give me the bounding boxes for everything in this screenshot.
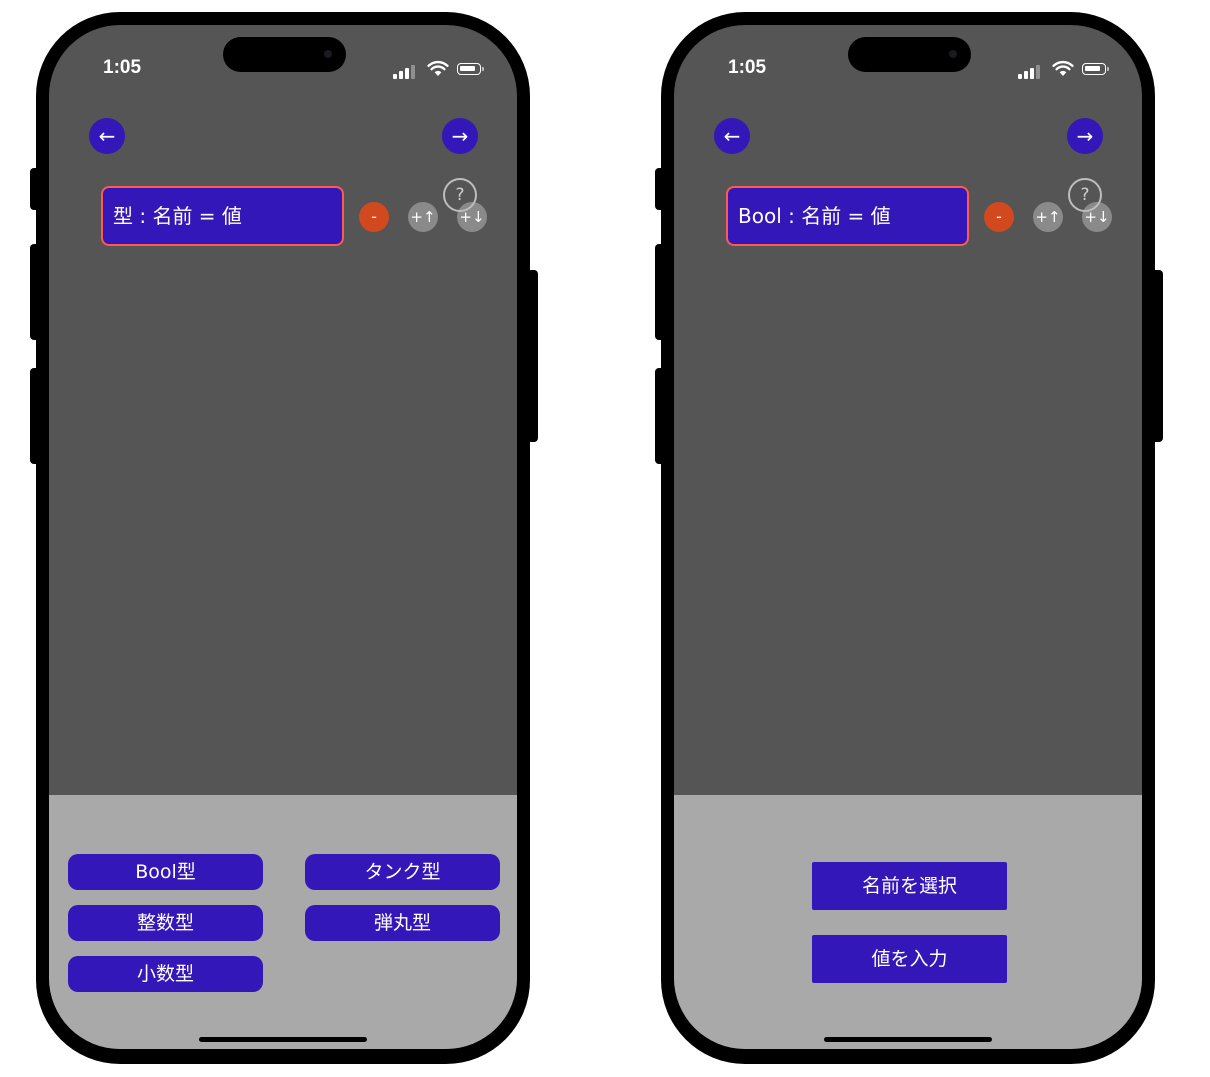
insert-above-button[interactable]: +↑ <box>1033 202 1063 232</box>
status-icons <box>1018 60 1114 79</box>
back-arrow-icon[interactable]: ← <box>89 118 125 154</box>
tank-type-button[interactable]: タンク型 <box>305 854 500 890</box>
power-button <box>526 270 538 442</box>
battery-icon <box>457 63 484 75</box>
code-line-box[interactable]: 型 : 名前 = 値 <box>101 186 344 246</box>
wifi-icon <box>427 60 449 76</box>
enter-value-button[interactable]: 値を入力 <box>812 935 1007 983</box>
select-name-button[interactable]: 名前を選択 <box>812 862 1007 910</box>
delete-line-button[interactable]: - <box>984 202 1014 232</box>
integer-type-button[interactable]: 整数型 <box>68 905 263 941</box>
volume-down-button <box>30 368 40 464</box>
wifi-icon <box>1052 60 1074 76</box>
phone-right: 1:05 ← → Bool : 名前 = 値 - +↑ +↓ ? 名前を選択 値… <box>655 12 1163 1064</box>
help-icon[interactable]: ? <box>443 178 477 212</box>
volume-up-button <box>30 244 40 340</box>
type-selection-panel: Bool型 タンク型 整数型 弾丸型 小数型 <box>49 795 517 1049</box>
dynamic-island <box>848 37 971 72</box>
insert-above-button[interactable]: +↑ <box>408 202 438 232</box>
dynamic-island <box>223 37 346 72</box>
bullet-type-button[interactable]: 弾丸型 <box>305 905 500 941</box>
power-button <box>1151 270 1163 442</box>
screen: 1:05 ← → Bool : 名前 = 値 - +↑ +↓ ? 名前を選択 値… <box>674 25 1142 1049</box>
help-icon[interactable]: ? <box>1068 178 1102 212</box>
status-time: 1:05 <box>728 57 767 78</box>
phone-left: 1:05 ← → 型 : 名前 = 値 - +↑ +↓ ? Bool型 タンク型… <box>30 12 538 1064</box>
decimal-type-button[interactable]: 小数型 <box>68 956 263 992</box>
status-icons <box>393 60 489 79</box>
signal-icon <box>393 74 397 79</box>
battery-icon <box>1082 63 1109 75</box>
silent-switch <box>655 168 665 210</box>
silent-switch <box>30 168 40 210</box>
volume-up-button <box>655 244 665 340</box>
volume-down-button <box>655 368 665 464</box>
forward-arrow-icon[interactable]: → <box>442 118 478 154</box>
signal-icon <box>1018 74 1022 79</box>
delete-line-button[interactable]: - <box>359 202 389 232</box>
home-indicator[interactable] <box>824 1037 992 1042</box>
bool-type-button[interactable]: Bool型 <box>68 854 263 890</box>
back-arrow-icon[interactable]: ← <box>714 118 750 154</box>
forward-arrow-icon[interactable]: → <box>1067 118 1103 154</box>
status-time: 1:05 <box>103 57 142 78</box>
code-line-box[interactable]: Bool : 名前 = 値 <box>726 186 969 246</box>
screen: 1:05 ← → 型 : 名前 = 値 - +↑ +↓ ? Bool型 タンク型… <box>49 25 517 1049</box>
home-indicator[interactable] <box>199 1037 367 1042</box>
action-panel: 名前を選択 値を入力 <box>674 795 1142 1049</box>
